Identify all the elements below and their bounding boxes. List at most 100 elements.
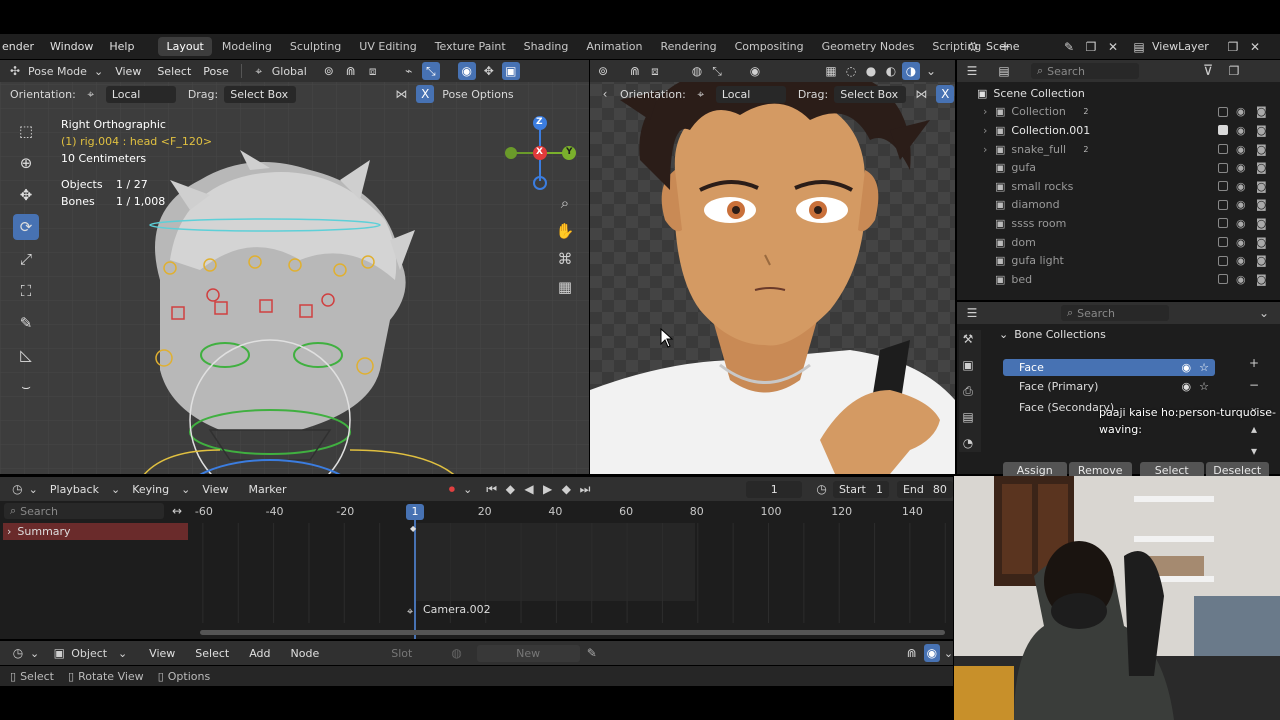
transform-tool-icon[interactable]: ⛶: [13, 278, 39, 304]
overlay-icon[interactable]: ◉: [457, 62, 476, 80]
render-camera-icon[interactable]: ◙: [1256, 254, 1267, 267]
play-reverse-icon[interactable]: ◀: [522, 480, 537, 498]
rendered-character[interactable]: [590, 60, 955, 474]
viewlayer-name[interactable]: ViewLayer: [1152, 40, 1220, 53]
drag-right-dropdown[interactable]: Select Box: [834, 85, 907, 103]
slot-dropdown[interactable]: Slot: [391, 647, 444, 660]
visibility-eye-icon[interactable]: ◉: [1236, 273, 1246, 286]
delete-viewlayer-icon[interactable]: ✕: [1246, 38, 1264, 56]
eye-icon[interactable]: ◉: [1182, 361, 1192, 374]
menu-playback[interactable]: Playback: [42, 483, 107, 496]
viewlayer-selector[interactable]: ▤ ViewLayer ❐ ✕: [1130, 38, 1264, 56]
render-camera-icon[interactable]: ◙: [1256, 180, 1267, 193]
mirror-right-icon[interactable]: ⋈: [912, 85, 930, 103]
drag-dropdown[interactable]: Select Box: [224, 85, 297, 103]
new-collection-icon[interactable]: ❐: [1225, 62, 1243, 80]
rotate-tool-icon[interactable]: ⟳: [13, 214, 39, 240]
outliner-item[interactable]: ▣ bed ◉ ◙: [957, 270, 1280, 289]
outliner-item[interactable]: › ▣ Collection.001 ◉ ◙: [957, 121, 1280, 140]
tab-layout[interactable]: Layout: [158, 37, 212, 56]
menu-timeline-view[interactable]: View: [194, 483, 236, 496]
outliner-item[interactable]: ▣ gufa ◉ ◙: [957, 158, 1280, 177]
new-viewlayer-icon[interactable]: ❐: [1224, 38, 1242, 56]
filter-icon[interactable]: ⊽: [1199, 62, 1217, 80]
properties-editor-icon[interactable]: ☰: [963, 304, 981, 322]
measure-tool-icon[interactable]: ◺: [13, 342, 39, 368]
tab-animation[interactable]: Animation: [578, 37, 650, 56]
shading-rendered-icon[interactable]: ◑: [902, 62, 920, 80]
pan-hand-icon[interactable]: ✋: [556, 222, 575, 240]
scene-name[interactable]: Scene: [986, 40, 1056, 53]
tab-texture-paint[interactable]: Texture Paint: [427, 37, 514, 56]
menu-view[interactable]: View: [107, 65, 149, 78]
render-camera-icon[interactable]: ◙: [1256, 161, 1267, 174]
snap-icon[interactable]: ⋒: [342, 62, 360, 80]
remove-bone-collection-icon[interactable]: −: [1245, 376, 1263, 394]
menu-node-view[interactable]: View: [141, 647, 183, 660]
display-mode-icon[interactable]: ▤: [995, 62, 1013, 80]
exclude-checkbox[interactable]: [1218, 274, 1228, 285]
pose-options-dropdown[interactable]: Pose Options: [442, 88, 513, 101]
play-icon[interactable]: ▶: [540, 480, 555, 498]
tab-sculpting[interactable]: Sculpting: [282, 37, 349, 56]
visibility-eye-icon[interactable]: ◉: [1236, 124, 1246, 137]
viewport-left[interactable]: ✣ Pose Mode ⌄ View Select Pose ⌖ Global …: [0, 60, 589, 474]
relax-tool-icon[interactable]: ⌣: [13, 374, 39, 400]
expand-chevron-icon[interactable]: ›: [983, 143, 995, 156]
render-camera-icon[interactable]: ◙: [1256, 198, 1267, 211]
visibility-eye-icon[interactable]: ◉: [1236, 143, 1246, 156]
cursor-tool-icon[interactable]: ⊕: [13, 150, 39, 176]
visibility-eye-icon[interactable]: ◉: [1236, 254, 1246, 267]
visibility-eye-icon[interactable]: ◉: [1236, 198, 1246, 211]
auto-keying-icon[interactable]: ⏺: [445, 480, 460, 498]
toggle-xray-icon[interactable]: ▣: [501, 62, 520, 80]
visibility-eye-icon[interactable]: ◉: [1236, 217, 1246, 230]
jump-end-icon[interactable]: ⏭: [578, 480, 593, 498]
orientation-right-dropdown[interactable]: Local: [715, 85, 786, 103]
menu-select[interactable]: Select: [153, 65, 195, 78]
bone-collection-face[interactable]: Face ◉ ☆: [1003, 359, 1215, 376]
new-material-button[interactable]: New: [476, 644, 580, 662]
outliner-root[interactable]: ▣ Scene Collection: [957, 84, 1280, 103]
snap-target-icon[interactable]: ⧈: [364, 62, 382, 80]
material-browse-icon[interactable]: ◍: [449, 644, 465, 662]
exclude-checkbox[interactable]: [1218, 218, 1228, 229]
exclude-checkbox[interactable]: [1218, 199, 1228, 210]
select-box-tool-icon[interactable]: ⬚: [13, 118, 39, 144]
menu-node-select[interactable]: Select: [187, 647, 237, 660]
visibility-right-icon[interactable]: ◍: [688, 62, 706, 80]
outliner-search[interactable]: ⌕ Search: [1031, 63, 1139, 79]
outliner-item[interactable]: ▣ dom ◉ ◙: [957, 233, 1280, 252]
menu-pose[interactable]: Pose: [199, 65, 232, 78]
snap-node-icon[interactable]: ⋒: [904, 644, 920, 662]
shading-solid-icon[interactable]: ●: [862, 62, 880, 80]
zoom-icon[interactable]: ⌕: [556, 194, 574, 212]
exclude-checkbox[interactable]: [1218, 181, 1228, 192]
move-down-icon[interactable]: ▾: [1245, 442, 1263, 460]
bone-collections-section-header[interactable]: ⌄ Bone Collections: [999, 328, 1106, 341]
camera-view-icon[interactable]: ⌘: [556, 250, 574, 268]
overlay-node-icon[interactable]: ◉: [923, 644, 940, 662]
xray-icon[interactable]: ⤡: [421, 62, 440, 80]
x-mirror-right-button[interactable]: X: [936, 85, 955, 103]
viewport-right[interactable]: ⊚ ⋒ ⧈ ◍ ⤡ ◉ ▦ ◌ ● ◐ ◑ ⌄ ‹ Orientation: ⌖…: [590, 60, 955, 474]
tab-modeling[interactable]: Modeling: [214, 37, 280, 56]
xray-right-icon[interactable]: ▦: [822, 62, 840, 80]
exclude-checkbox[interactable]: [1218, 162, 1228, 173]
shading-material-icon[interactable]: ◐: [882, 62, 900, 80]
menu-help[interactable]: Help: [101, 40, 142, 53]
delete-scene-icon[interactable]: ✕: [1104, 38, 1122, 56]
scale-tool-icon[interactable]: ⤢: [13, 246, 39, 272]
playhead-frame-label[interactable]: 1: [406, 504, 424, 520]
pin-icon[interactable]: ✎: [1060, 38, 1078, 56]
pin-material-icon[interactable]: ✎: [584, 644, 600, 662]
exclude-checkbox[interactable]: [1218, 125, 1228, 136]
view-layer-tab-icon[interactable]: ▤: [959, 408, 977, 426]
outliner-editor-icon[interactable]: ☰: [963, 62, 981, 80]
timeline-search[interactable]: ⌕ Search: [4, 503, 164, 519]
menu-marker[interactable]: Marker: [240, 483, 294, 496]
render-camera-icon[interactable]: ◙: [1256, 217, 1267, 230]
menu-node-add[interactable]: Add: [241, 647, 278, 660]
transform-orientation-dropdown[interactable]: Global: [272, 65, 316, 78]
preview-range-icon[interactable]: ◷: [814, 480, 829, 498]
